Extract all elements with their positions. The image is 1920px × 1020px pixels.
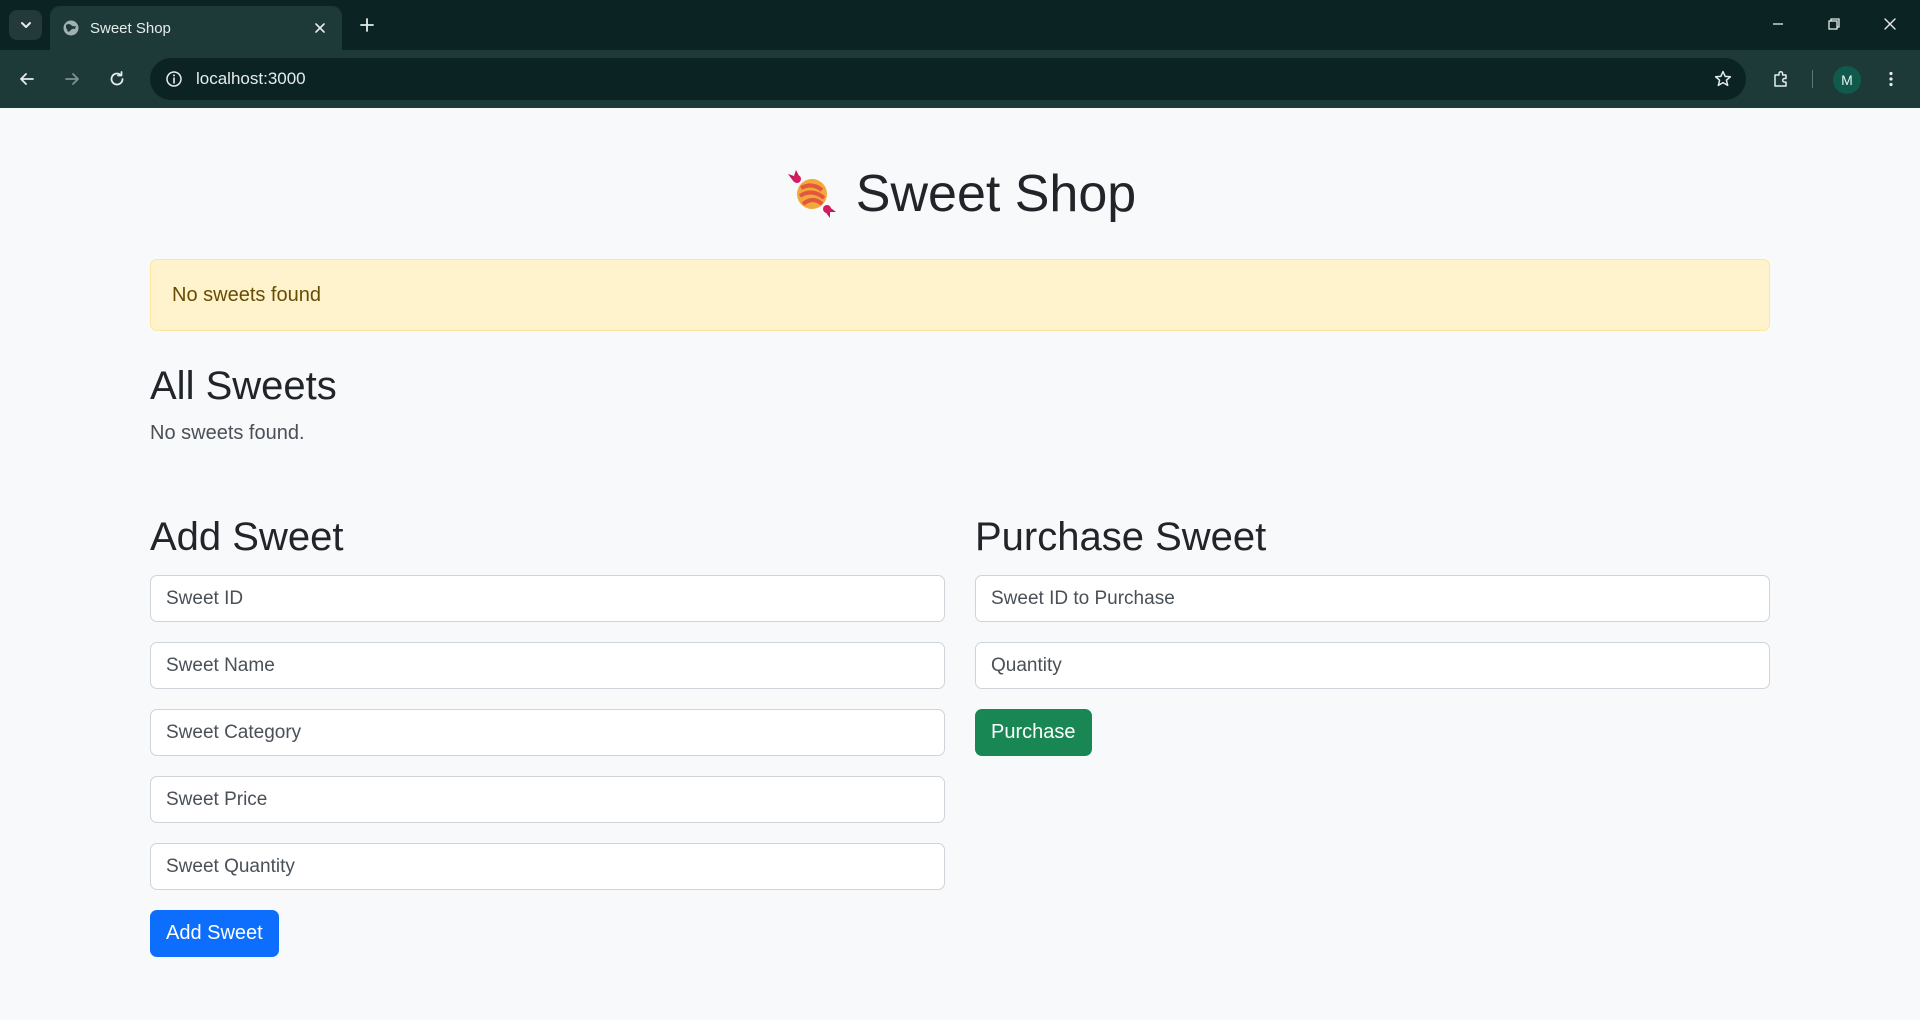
close-icon <box>1884 18 1896 30</box>
plus-icon <box>360 18 374 32</box>
minimize-icon <box>1773 23 1783 25</box>
tab-title: Sweet Shop <box>90 19 171 37</box>
close-window-button[interactable] <box>1862 0 1918 48</box>
back-button[interactable] <box>10 62 44 96</box>
purchase-id-input[interactable] <box>975 575 1770 622</box>
url-text: localhost:3000 <box>196 69 306 88</box>
browser-menu-button[interactable] <box>1874 62 1908 96</box>
page-viewport: Sweet Shop No sweets found All Sweets No… <box>0 108 1920 1020</box>
purchase-button[interactable]: Purchase <box>975 709 1092 756</box>
toolbar-divider <box>1812 70 1813 88</box>
restore-button[interactable] <box>1806 0 1862 48</box>
sweet-category-input[interactable] <box>150 709 945 756</box>
purchase-sweet-heading: Purchase Sweet <box>975 515 1267 559</box>
arrow-left-icon <box>20 73 34 85</box>
tab-search-button[interactable] <box>9 10 42 40</box>
browser-toolbar: localhost:3000 <box>0 50 1920 108</box>
add-sweet-button[interactable]: Add Sweet <box>150 910 279 957</box>
bookmark-star-icon[interactable] <box>1706 62 1740 96</box>
sweet-name-input[interactable] <box>150 642 945 689</box>
profile-avatar[interactable]: M <box>1833 66 1861 94</box>
restore-icon <box>1828 18 1840 30</box>
more-vertical-icon <box>1889 71 1893 87</box>
reload-button[interactable] <box>100 62 134 96</box>
empty-state-text: No sweets found. <box>150 422 305 444</box>
browser-tab-bar: Sweet Shop <box>0 0 1920 50</box>
warning-alert: No sweets found <box>150 259 1770 331</box>
puzzle-icon <box>1774 70 1787 87</box>
minimize-button[interactable] <box>1750 0 1806 48</box>
forward-button[interactable] <box>55 62 89 96</box>
page-header: Sweet Shop <box>150 164 1770 224</box>
candy-icon <box>787 170 836 218</box>
sweet-id-input[interactable] <box>150 575 945 622</box>
tab-close-icon[interactable] <box>306 14 334 42</box>
extensions-button[interactable] <box>1764 62 1798 96</box>
site-info-icon[interactable] <box>162 67 186 91</box>
add-sweet-form: Add Sweet Add Sweet <box>150 508 945 957</box>
page-title: Sweet Shop <box>855 165 1137 223</box>
globe-icon <box>62 19 80 37</box>
sweet-quantity-input[interactable] <box>150 843 945 890</box>
all-sweets-heading: All Sweets <box>150 364 337 408</box>
purchase-sweet-form: Purchase Sweet Purchase <box>975 508 1770 756</box>
address-bar[interactable]: localhost:3000 <box>150 58 1746 100</box>
arrow-right-icon <box>65 73 79 85</box>
chevron-down-icon <box>20 22 31 28</box>
browser-tab[interactable]: Sweet Shop <box>50 6 342 50</box>
add-sweet-heading: Add Sweet <box>150 515 344 559</box>
purchase-quantity-input[interactable] <box>975 642 1770 689</box>
reload-icon <box>110 71 124 86</box>
sweet-price-input[interactable] <box>150 776 945 823</box>
new-tab-button[interactable] <box>352 10 382 40</box>
